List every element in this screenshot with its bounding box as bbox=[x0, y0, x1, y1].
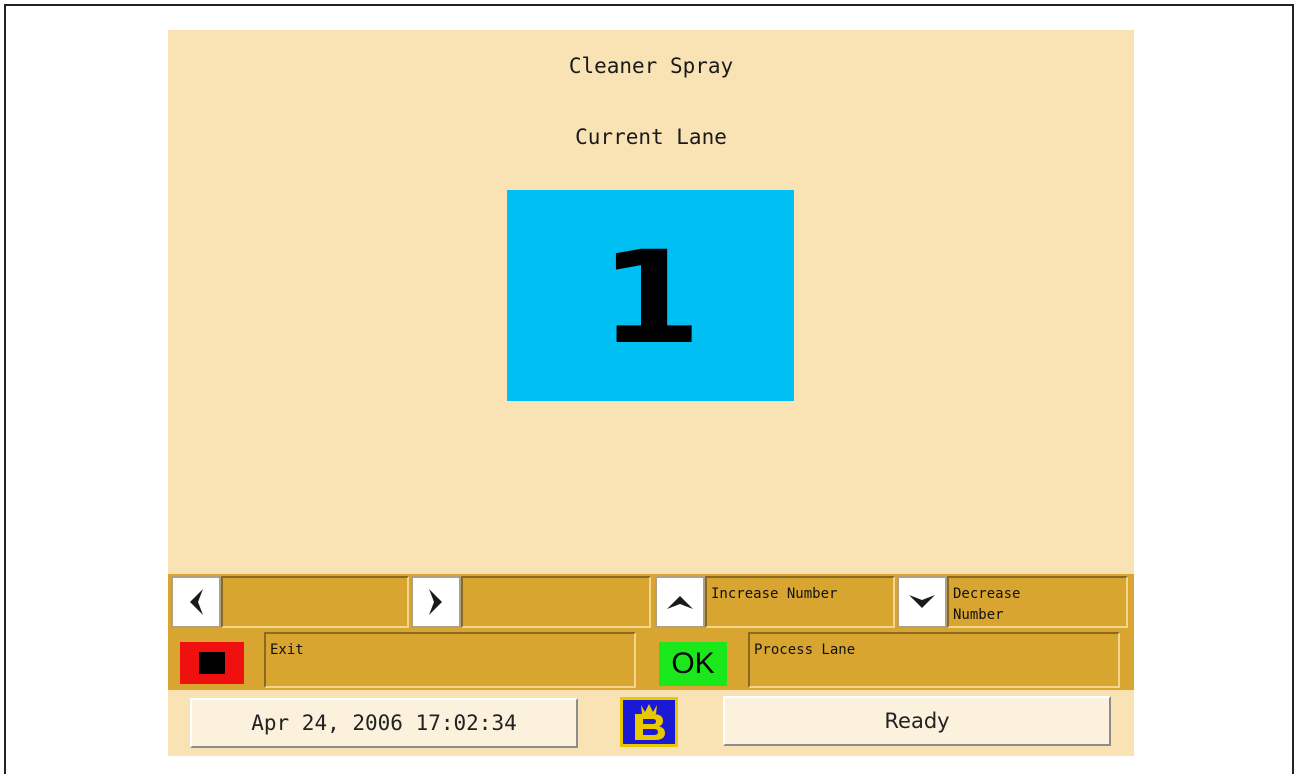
right-key-label bbox=[461, 576, 651, 628]
left-arrow-button[interactable] bbox=[171, 576, 221, 628]
up-arrow-button[interactable] bbox=[655, 576, 705, 628]
status-display: Ready bbox=[723, 696, 1111, 746]
left-key-label bbox=[221, 576, 409, 628]
status-bar: Apr 24, 2006 17:02:34 Ready bbox=[168, 690, 1134, 756]
chevron-right-icon bbox=[429, 589, 442, 615]
chevron-left-icon bbox=[190, 589, 203, 615]
brand-logo-icon bbox=[620, 697, 678, 747]
ok-button[interactable]: OK bbox=[659, 642, 727, 686]
key-row-actions: Exit OK Process Lane bbox=[168, 630, 1134, 690]
down-arrow-button[interactable] bbox=[897, 576, 947, 628]
increase-number-label: Increase Number bbox=[705, 576, 895, 628]
screen-title: Cleaner Spray bbox=[568, 54, 734, 78]
datetime-display: Apr 24, 2006 17:02:34 bbox=[190, 698, 578, 748]
right-arrow-button[interactable] bbox=[411, 576, 461, 628]
chevron-down-icon bbox=[909, 595, 935, 608]
decrease-number-label: Decrease Number bbox=[947, 576, 1128, 628]
stop-icon bbox=[199, 652, 225, 674]
current-lane-display: 1 bbox=[507, 190, 794, 401]
key-row-navigation: Increase Number Decrease Number bbox=[168, 574, 1134, 630]
app-screen: Cleaner Spray Current Lane 1 Increase Nu… bbox=[168, 30, 1134, 756]
exit-label: Exit bbox=[264, 632, 636, 688]
lane-number: 1 bbox=[599, 224, 702, 373]
process-lane-label: Process Lane bbox=[748, 632, 1120, 688]
screen-subtitle: Current Lane bbox=[575, 125, 727, 149]
exit-button[interactable] bbox=[180, 642, 244, 684]
chevron-up-icon bbox=[667, 596, 693, 609]
